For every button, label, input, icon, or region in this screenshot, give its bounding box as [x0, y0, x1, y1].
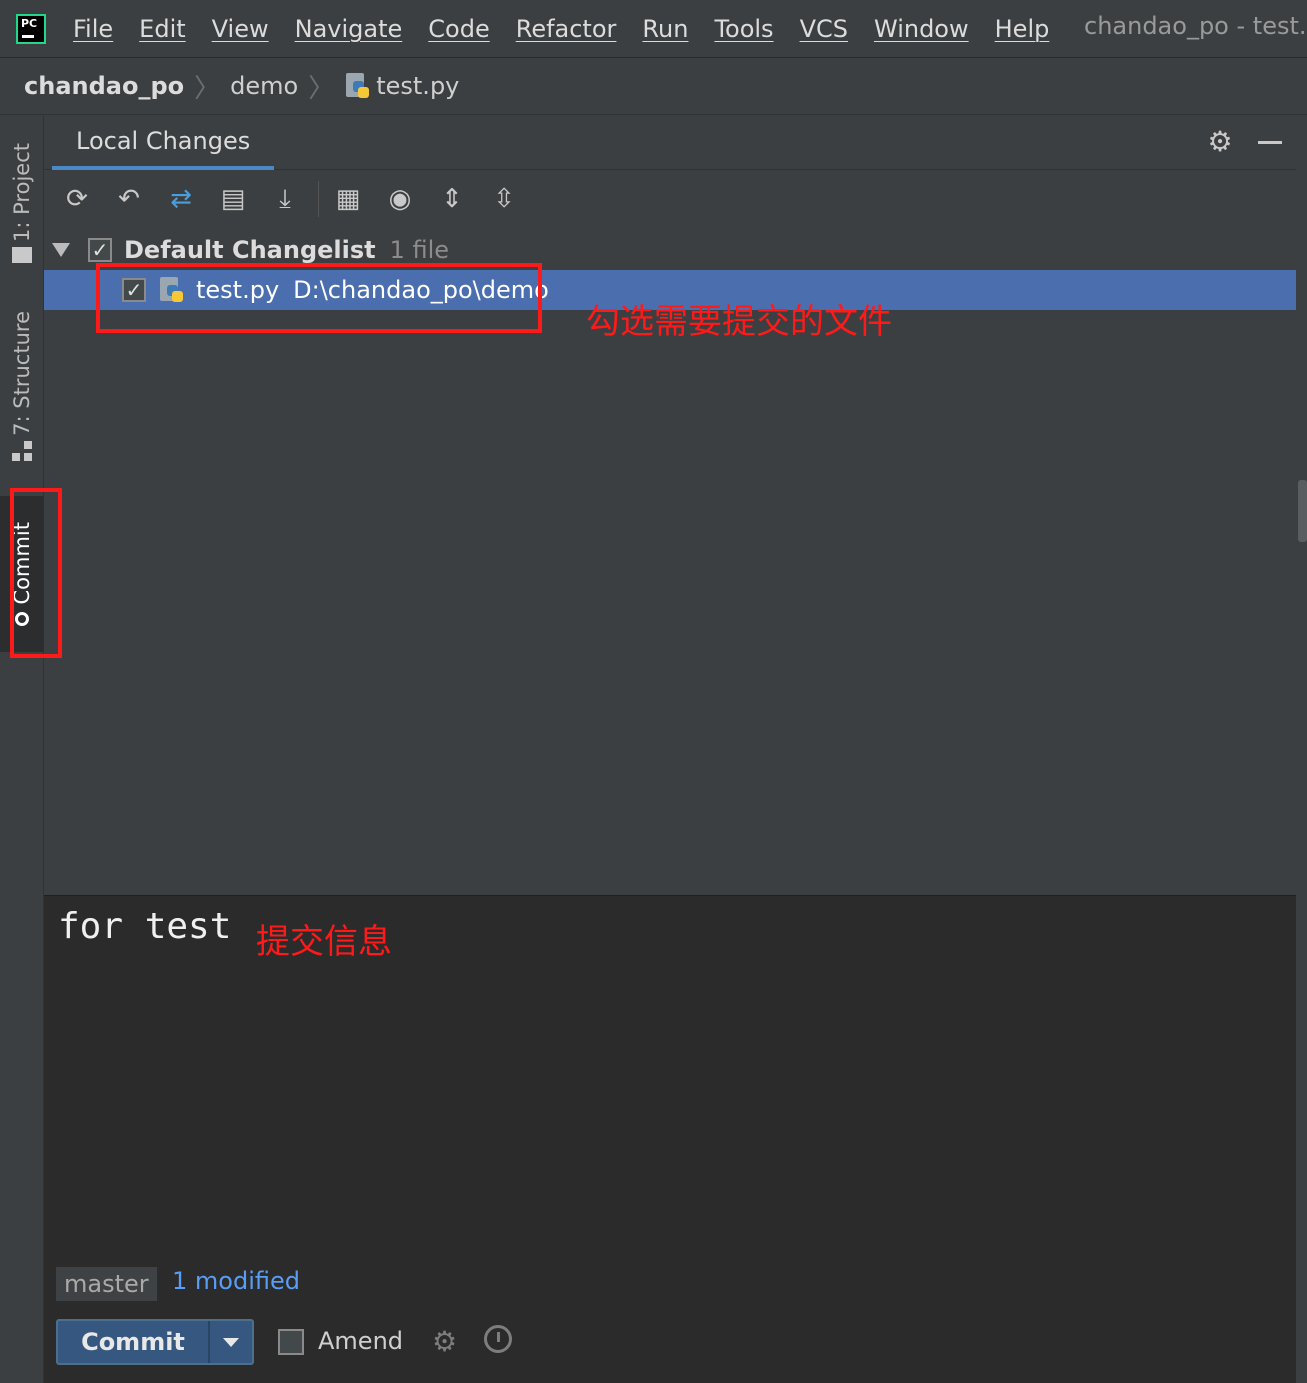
tool-tab-project-label: 1: Project	[10, 142, 34, 242]
folder-icon	[12, 247, 32, 264]
toolbar-separator	[318, 181, 319, 217]
tool-tab-structure[interactable]: 7: Structure	[0, 306, 44, 466]
menu-view[interactable]: View	[212, 15, 269, 43]
commit-button-label: Commit	[81, 1328, 185, 1356]
window-title: chandao_po - test.p	[1084, 12, 1307, 40]
annotation-commit-info: 提交信息	[256, 922, 392, 962]
menu-code[interactable]: Code	[428, 15, 489, 43]
modified-count-link[interactable]: 1 modified	[172, 1267, 300, 1295]
tool-tab-project[interactable]: 1: Project	[0, 128, 44, 278]
menu-navigate[interactable]: Navigate	[295, 15, 403, 43]
tab-local-changes-label: Local Changes	[76, 127, 251, 155]
pycharm-logo-icon: PC	[16, 13, 46, 44]
structure-icon	[12, 441, 32, 462]
commit-dropdown-button[interactable]	[210, 1321, 252, 1363]
scrollbar-thumb[interactable]	[1298, 480, 1307, 542]
menu-edit[interactable]: Edit	[139, 15, 185, 43]
group-by-icon[interactable]: ▦	[329, 180, 367, 218]
annotation-commit-tab-box	[10, 488, 62, 658]
commit-history-clock-icon[interactable]	[484, 1325, 512, 1353]
tab-local-changes[interactable]: Local Changes	[52, 116, 275, 170]
gear-icon[interactable]: ⚙	[1206, 128, 1234, 156]
commit-options-gear-icon[interactable]: ⚙	[432, 1325, 457, 1358]
chevron-down-icon	[223, 1337, 239, 1347]
amend-checkbox[interactable]	[278, 1329, 304, 1355]
amend-label: Amend	[318, 1327, 404, 1355]
menu-run[interactable]: Run	[642, 15, 688, 43]
breadcrumb-project[interactable]: chandao_po	[24, 72, 184, 100]
breadcrumb: chandao_po 〉 demo 〉 test.py	[0, 58, 1307, 115]
expand-all-icon[interactable]: ⇕	[433, 180, 471, 218]
menu-refactor[interactable]: Refactor	[516, 15, 617, 43]
python-file-icon	[344, 73, 370, 99]
commit-panel-header: Local Changes ⚙	[44, 116, 1296, 170]
commit-actions-row: Commit Amend ⚙	[44, 1315, 1296, 1383]
minimize-icon[interactable]	[1258, 141, 1282, 144]
annotation-select-files: 勾选需要提交的文件	[586, 302, 892, 342]
tool-window-strip: 1: Project 7: Structure Commit	[0, 116, 44, 1383]
show-diff-icon[interactable]: ⇄	[162, 180, 200, 218]
branch-badge: master	[56, 1267, 157, 1301]
annotation-file-box	[96, 263, 542, 333]
menu-bar: PC File Edit View Navigate Code Refactor…	[0, 0, 1307, 58]
commit-message-input[interactable]: for test	[44, 895, 1296, 1255]
refresh-icon[interactable]: ⟳	[58, 180, 96, 218]
breadcrumb-separator-icon: 〉	[308, 73, 335, 104]
tool-tab-structure-label: 7: Structure	[10, 310, 34, 436]
commit-status-row: master 1 modified	[44, 1255, 1296, 1315]
commit-message-text: for test	[58, 906, 232, 947]
view-options-icon[interactable]: ◉	[381, 180, 419, 218]
breadcrumb-separator-icon: 〉	[194, 73, 221, 104]
commit-button[interactable]: Commit	[56, 1319, 254, 1365]
changelist-icon[interactable]: ▤	[214, 180, 252, 218]
scrollbar-track[interactable]	[1296, 116, 1307, 1383]
menu-vcs[interactable]: VCS	[800, 15, 848, 43]
menu-window[interactable]: Window	[874, 15, 969, 43]
expand-arrow-icon[interactable]	[52, 243, 70, 257]
menu-file[interactable]: File	[73, 15, 113, 43]
breadcrumb-file[interactable]: test.py	[376, 72, 459, 100]
menu-help[interactable]: Help	[995, 15, 1050, 43]
changelist-count: 1 file	[389, 236, 450, 264]
changes-toolbar: ⟳ ↶ ⇄ ▤ ⤓ ▦ ◉ ⇕ ⇳	[44, 170, 1296, 228]
menu-tools[interactable]: Tools	[714, 15, 773, 43]
rollback-icon[interactable]: ↶	[110, 180, 148, 218]
changelist-name: Default Changelist	[124, 236, 376, 264]
shelve-icon[interactable]: ⤓	[266, 180, 304, 218]
breadcrumb-folder[interactable]: demo	[230, 72, 298, 100]
changelist-checkbox[interactable]: ✓	[88, 238, 112, 262]
collapse-all-icon[interactable]: ⇳	[485, 180, 523, 218]
